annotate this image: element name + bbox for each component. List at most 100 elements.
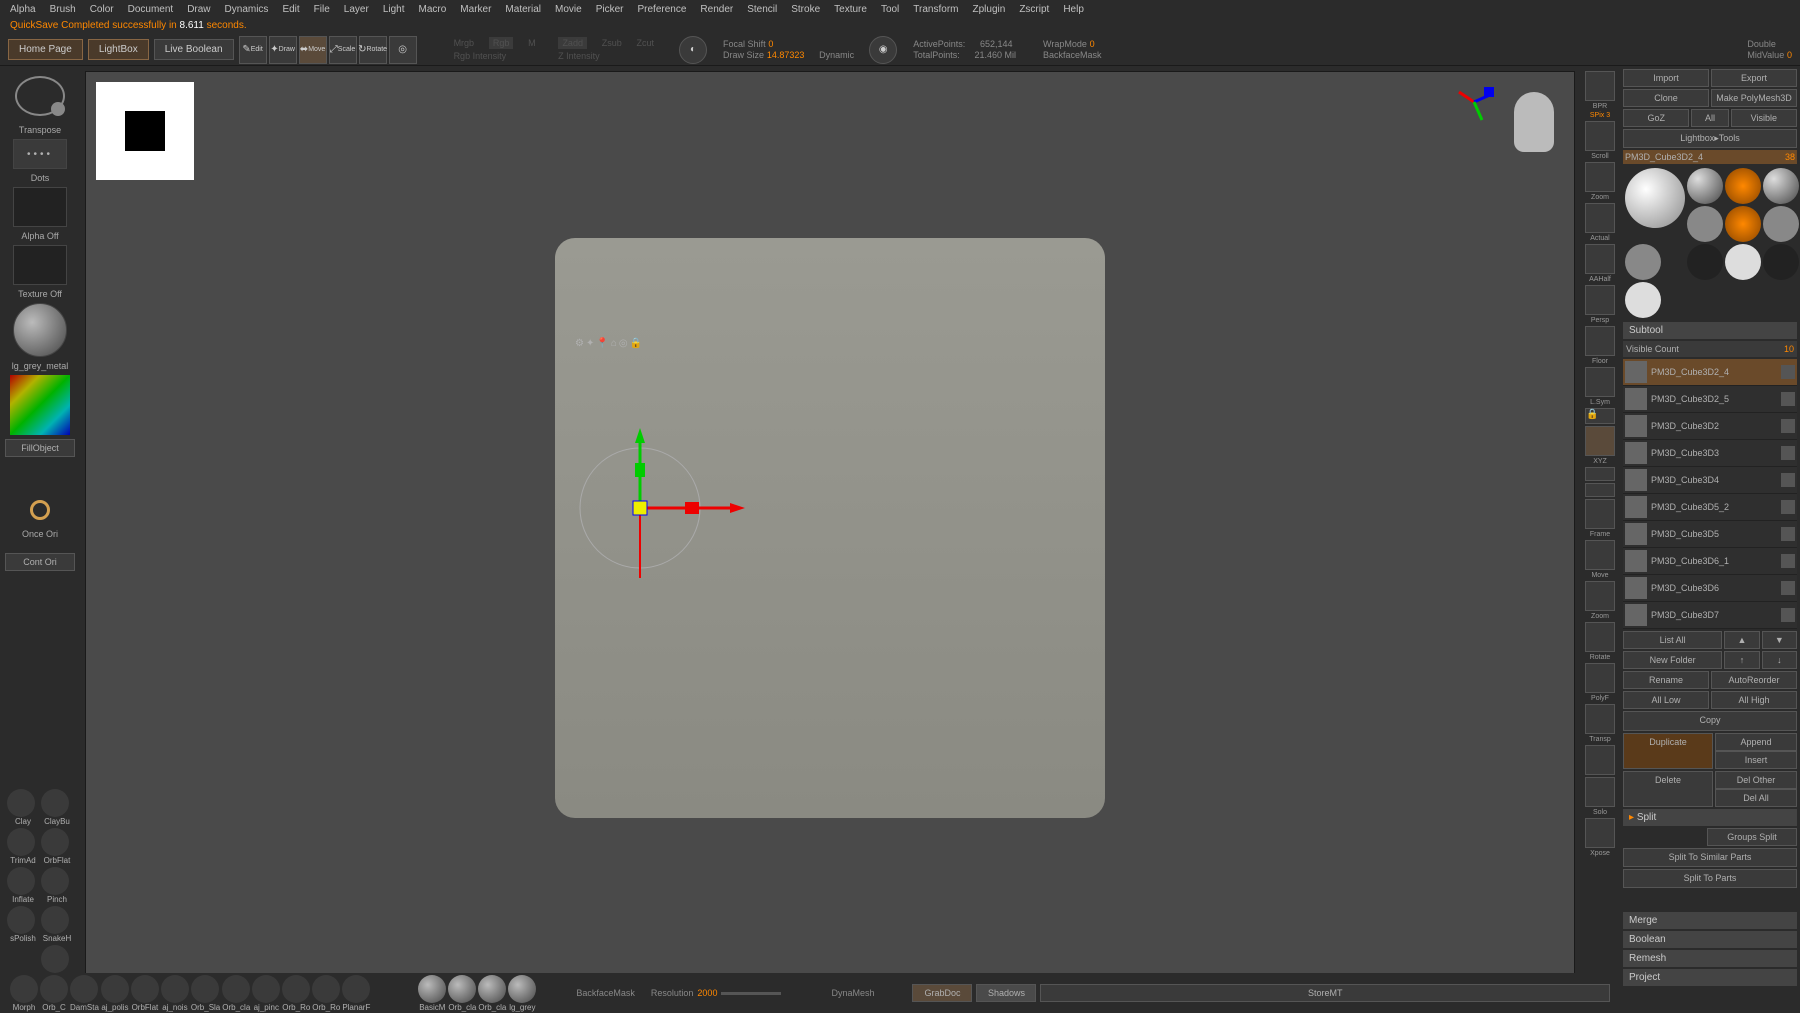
transpose-icon[interactable]	[15, 76, 65, 116]
brush-zmodeler[interactable]	[41, 945, 69, 973]
menu-draw[interactable]: Draw	[187, 4, 210, 15]
visibility-toggle[interactable]	[1781, 419, 1795, 433]
subtool-item[interactable]: PM3D_Cube3D6_1	[1623, 548, 1797, 575]
edit-mode-button[interactable]: ✎Edit	[239, 36, 267, 64]
zoom-button[interactable]	[1585, 162, 1615, 192]
visibility-toggle[interactable]	[1781, 392, 1795, 406]
tool-thumb-2[interactable]	[1725, 168, 1761, 204]
material-slot[interactable]	[13, 303, 67, 357]
brush-aj_nois[interactable]	[161, 975, 189, 1003]
storemt-button[interactable]: StoreMT	[1040, 984, 1610, 1002]
ghost-button[interactable]	[1585, 745, 1615, 775]
texture-slot[interactable]	[13, 245, 67, 285]
floor-button[interactable]	[1585, 326, 1615, 356]
scale-mode-button[interactable]: ⤢Scale	[329, 36, 357, 64]
menu-marker[interactable]: Marker	[460, 4, 491, 15]
rename-button[interactable]: Rename	[1623, 671, 1709, 689]
all-low-button[interactable]: All Low	[1623, 691, 1709, 709]
frame-button[interactable]	[1585, 499, 1615, 529]
visibility-toggle[interactable]	[1781, 581, 1795, 595]
draw-mode-button[interactable]: ✦Draw	[269, 36, 297, 64]
shadows-button[interactable]: Shadows	[976, 984, 1036, 1002]
brush-claybuildup[interactable]	[41, 789, 69, 817]
del-other-button[interactable]: Del Other	[1715, 771, 1797, 789]
tool-thumb-5[interactable]	[1725, 206, 1761, 242]
new-folder-button[interactable]: New Folder	[1623, 651, 1722, 669]
brush-Orb_Ro[interactable]	[312, 975, 340, 1003]
arrow-up-button[interactable]: ↑	[1724, 651, 1759, 669]
dots-block[interactable]: ••••	[13, 139, 67, 169]
visibility-toggle[interactable]	[1781, 554, 1795, 568]
matcap-lg_grey[interactable]	[508, 975, 536, 1003]
split-parts-button[interactable]: Split To Parts	[1623, 869, 1797, 888]
menu-file[interactable]: File	[314, 4, 330, 15]
menu-help[interactable]: Help	[1063, 4, 1084, 15]
menu-preference[interactable]: Preference	[637, 4, 686, 15]
menu-stroke[interactable]: Stroke	[791, 4, 820, 15]
brush-Orb_Sla[interactable]	[191, 975, 219, 1003]
rotate-mode-button[interactable]: ↻Rotate	[359, 36, 387, 64]
move-camera-button[interactable]	[1585, 540, 1615, 570]
make-polymesh-button[interactable]: Make PolyMesh3D	[1711, 89, 1797, 107]
brush-clay[interactable]	[7, 789, 35, 817]
fillobject-button[interactable]: FillObject	[5, 439, 75, 457]
move-up-button[interactable]: ▲	[1724, 631, 1759, 649]
dot2-button[interactable]	[1585, 483, 1615, 497]
tool-thumb-1[interactable]	[1687, 168, 1723, 204]
tool-thumb-3[interactable]	[1763, 168, 1799, 204]
transp-button[interactable]	[1585, 704, 1615, 734]
draw-size-value[interactable]: 14.87323	[767, 50, 805, 60]
navigation-head[interactable]	[1504, 82, 1564, 162]
brush-Orb_C[interactable]	[40, 975, 68, 1003]
menu-alpha[interactable]: Alpha	[10, 4, 36, 15]
persp-button[interactable]	[1585, 285, 1615, 315]
goz-button[interactable]: GoZ	[1623, 109, 1689, 127]
polyf-button[interactable]	[1585, 663, 1615, 693]
once-ori-button[interactable]: Once Ori	[5, 529, 75, 539]
menu-stencil[interactable]: Stencil	[747, 4, 777, 15]
tool-thumb-11[interactable]	[1625, 282, 1661, 318]
menu-layer[interactable]: Layer	[344, 4, 369, 15]
menu-brush[interactable]: Brush	[50, 4, 76, 15]
gizmo-toolbar[interactable]: ⚙ ✦ 📍 ⌂ ◎ 🔒	[575, 338, 642, 349]
export-button[interactable]: Export	[1711, 69, 1797, 87]
menu-edit[interactable]: Edit	[282, 4, 299, 15]
tool-thumb-8[interactable]	[1687, 244, 1723, 280]
brush-Orb_Ro[interactable]	[282, 975, 310, 1003]
goz-all-button[interactable]: All	[1691, 109, 1728, 127]
bottom-backface-label[interactable]: BackfaceMask	[576, 988, 635, 998]
tool-thumb-main[interactable]	[1625, 168, 1685, 228]
brush-orbflat[interactable]	[41, 828, 69, 856]
brush-snakehook[interactable]	[41, 906, 69, 934]
brush-trimadaptive[interactable]	[7, 828, 35, 856]
groups-split-button[interactable]: Groups Split	[1707, 828, 1797, 846]
xpose-button[interactable]	[1585, 818, 1615, 848]
menu-zscript[interactable]: Zscript	[1019, 4, 1049, 15]
lsym-button[interactable]	[1585, 367, 1615, 397]
bottom-resolution-value[interactable]: 2000	[697, 988, 717, 998]
bpr-button[interactable]	[1585, 71, 1615, 101]
tool-thumb-7[interactable]	[1625, 244, 1661, 280]
tool-thumb-4[interactable]	[1687, 206, 1723, 242]
alpha-slot[interactable]	[13, 187, 67, 227]
scroll-button[interactable]	[1585, 121, 1615, 151]
brush-DamSta[interactable]	[70, 975, 98, 1003]
all-high-button[interactable]: All High	[1711, 691, 1797, 709]
rotate-camera-button[interactable]	[1585, 622, 1615, 652]
orientation-icon[interactable]	[30, 500, 50, 520]
zcut-toggle[interactable]: Zcut	[637, 38, 655, 48]
menu-movie[interactable]: Movie	[555, 4, 582, 15]
append-button[interactable]: Append	[1715, 733, 1797, 751]
backface-mask-toggle[interactable]: BackfaceMask	[1043, 50, 1102, 60]
remesh-header[interactable]: Remesh	[1623, 950, 1797, 967]
home-icon[interactable]: ⌂	[611, 338, 617, 349]
copy-button[interactable]: Copy	[1623, 711, 1797, 730]
menu-tool[interactable]: Tool	[881, 4, 899, 15]
split-similar-button[interactable]: Split To Similar Parts	[1623, 848, 1797, 867]
arrow-down-button[interactable]: ↓	[1762, 651, 1797, 669]
home-page-button[interactable]: Home Page	[8, 39, 83, 60]
gear-icon[interactable]: ⚙	[575, 338, 584, 349]
tool-thumb-6[interactable]	[1763, 206, 1799, 242]
dot1-button[interactable]	[1585, 467, 1615, 481]
focal-shift-icon[interactable]: ◐	[679, 36, 707, 64]
